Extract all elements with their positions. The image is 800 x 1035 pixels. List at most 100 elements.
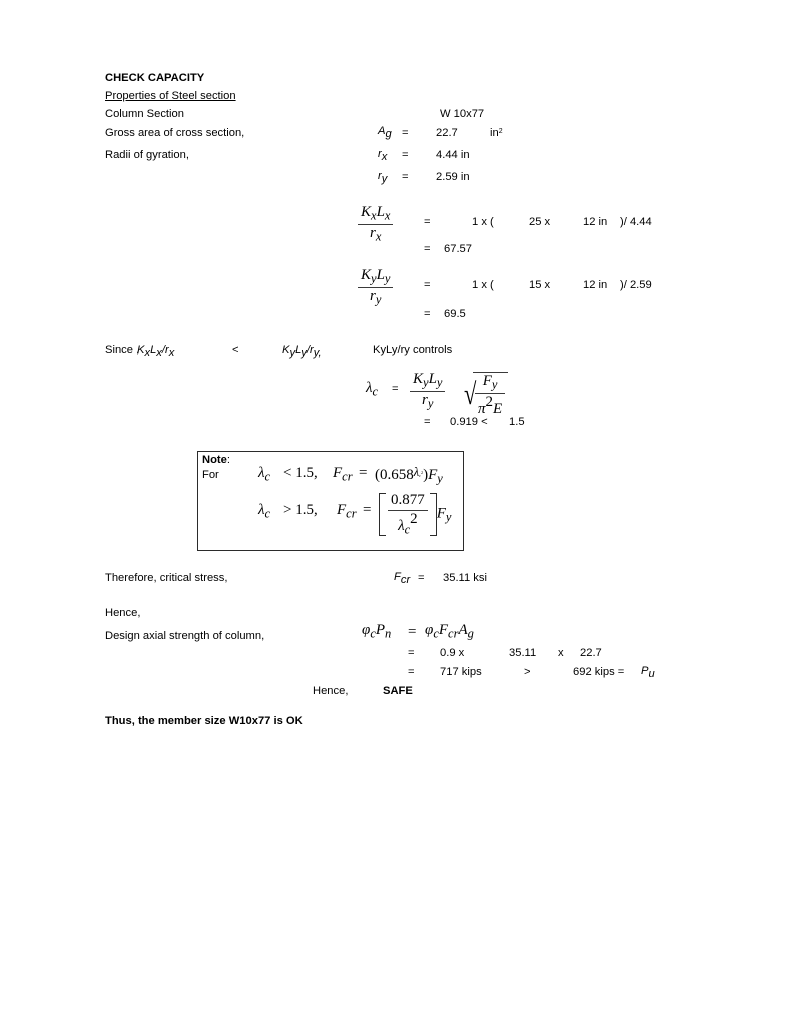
gross-area-unit: in2	[490, 127, 503, 139]
case2-denominator: λc2	[388, 511, 428, 536]
slenderness-x-factor-value: 12 in	[583, 216, 608, 228]
gross-area-label: Gross area of cross section,	[105, 127, 245, 139]
slenderness-x-result: 67.57	[444, 243, 472, 255]
pu-symbol: Pu	[641, 665, 655, 681]
rad-num-F-sub: y	[491, 377, 498, 392]
conclusion-hence-label: Hence,	[313, 685, 349, 697]
gross-area-unit-exponent: 2	[498, 127, 503, 135]
demand-value: 692 kips =	[573, 666, 625, 678]
case2-Fy-glyph: F	[436, 505, 446, 522]
design-strength-fcr-value: 35.11	[509, 647, 537, 659]
ry-value: 2.59 in	[436, 171, 470, 183]
slenderness-y-numerator: KyLy	[358, 267, 394, 288]
case2-lambda-sub: c	[264, 506, 271, 521]
gross-area-unit-text: in	[490, 127, 499, 139]
gross-area-equals: =	[402, 127, 409, 139]
critical-stress-value: 35.11 ksi	[443, 572, 487, 584]
note-case2-fcr: Fcr	[337, 503, 357, 520]
rad-den-pi-exp: 2	[485, 393, 494, 410]
case2-numerator: 0.877	[388, 492, 428, 511]
radicand-numerator: Fy	[475, 373, 506, 394]
case2-Fcr-sub: cr	[346, 506, 357, 521]
case1-Fcr-glyph: F	[333, 465, 343, 481]
lambda-result-equals: =	[424, 416, 431, 428]
cmp-right-r-sub: y,	[313, 347, 322, 360]
critical-stress-symbol-text: F	[394, 571, 401, 583]
design-strength-lhs: φcPn	[362, 623, 391, 640]
case2-Fcr-glyph: F	[337, 502, 347, 518]
note-title-text: Note	[202, 454, 227, 466]
slenderness-y-close-divide: )/ 2.59	[620, 279, 652, 291]
note-case1-lambda: λc	[258, 466, 270, 483]
note-title-colon: :	[226, 454, 230, 466]
pu-symbol-sub: u	[648, 668, 655, 681]
slenderness-x-denominator: rx	[358, 225, 393, 244]
slenderness-x-close-divide: )/ 4.44	[620, 216, 652, 228]
critical-stress-symbol-sub: cr	[400, 574, 411, 587]
safety-status-badge: SAFE	[383, 685, 413, 697]
cmp-right-r: /r	[306, 344, 314, 356]
section-heading: Properties of Steel section	[105, 90, 236, 102]
lambda-equals: =	[392, 383, 399, 395]
note-case1-expression: (0.658λc2)Fy	[375, 466, 443, 485]
lambda-kl-over-r-fraction: KyLy ry	[410, 371, 446, 411]
design-strength-times: x	[558, 647, 564, 659]
sy-num-L: L	[376, 267, 385, 283]
hence-label: Hence,	[105, 607, 141, 619]
design-strength-equals: =	[408, 624, 417, 640]
comparison-controls-text: KyLy/ry controls	[373, 344, 453, 356]
ds-P-glyph: P	[375, 622, 386, 638]
radical-icon: √	[464, 377, 477, 411]
lambda-limit-value: 1.5	[509, 416, 525, 428]
lambda-num: KyLy	[410, 371, 446, 392]
ds-P-sub: n	[385, 626, 392, 641]
lam-num-L: L	[428, 371, 437, 387]
lam-num-L-sub: y	[436, 375, 443, 390]
gross-area-symbol: Ag	[378, 125, 392, 140]
rx-value: 4.44 in	[436, 149, 470, 161]
slenderness-y-equals: =	[424, 279, 431, 291]
rx-equals: =	[402, 149, 409, 161]
lambda-result-value: 0.919 <	[450, 416, 488, 428]
sy-den-r-sub: y	[375, 292, 382, 307]
slenderness-x-fraction: KxLx rx	[358, 204, 394, 244]
slenderness-y-fraction: KyLy ry	[358, 267, 394, 307]
lambda-symbol: λc	[366, 381, 378, 398]
ds-rhs-F: F	[438, 622, 449, 638]
note-case2-equals: =	[363, 502, 372, 518]
sx-num-K: K	[361, 204, 372, 220]
design-capacity-value: 717 kips	[440, 666, 482, 678]
document-page: CHECK CAPACITY Properties of Steel secti…	[0, 0, 800, 1035]
comparison-left-term: KxLx/rx	[137, 344, 175, 360]
critical-stress-equals: =	[418, 572, 425, 584]
slenderness-y-denominator: ry	[358, 288, 393, 307]
cmp-left-r-sub: x	[168, 347, 175, 360]
ds-rhs-F-sub: cr	[448, 626, 459, 641]
design-strength-phi-value: 0.9 x	[440, 647, 465, 659]
radicand-denominator: π2E	[475, 394, 505, 418]
slenderness-y-factor-value: 12 in	[583, 279, 608, 291]
case2-den-power: 2	[410, 510, 418, 527]
sx-num-L: L	[376, 204, 385, 220]
critical-stress-symbol: Fcr	[394, 571, 411, 587]
design-strength-line2-equals: =	[408, 647, 415, 659]
slenderness-y-result: 69.5	[444, 308, 466, 320]
slenderness-x-k-value: 1 x (	[472, 216, 494, 228]
design-strength-comparison-operator: >	[524, 666, 531, 678]
design-strength-line3-equals: =	[408, 666, 415, 678]
ds-rhs-A: A	[458, 622, 468, 638]
ry-equals: =	[402, 171, 409, 183]
rad-num-F: F	[482, 373, 492, 389]
rx-symbol: rx	[378, 148, 387, 163]
final-statement: Thus, the member size W10x77 is OK	[105, 715, 303, 727]
sy-num-K: K	[361, 267, 372, 283]
critical-stress-label: Therefore, critical stress,	[105, 572, 228, 584]
case1-Fy-glyph: F	[428, 467, 438, 484]
column-section-value: W 10x77	[440, 108, 485, 120]
rad-den-E: E	[493, 400, 503, 417]
lam-den-r-sub: y	[427, 396, 434, 411]
comparison-operator: <	[232, 344, 239, 356]
slenderness-x-numerator: KxLx	[358, 204, 394, 225]
sx-den-r-sub: x	[375, 229, 382, 244]
page-title: CHECK CAPACITY	[105, 72, 205, 84]
